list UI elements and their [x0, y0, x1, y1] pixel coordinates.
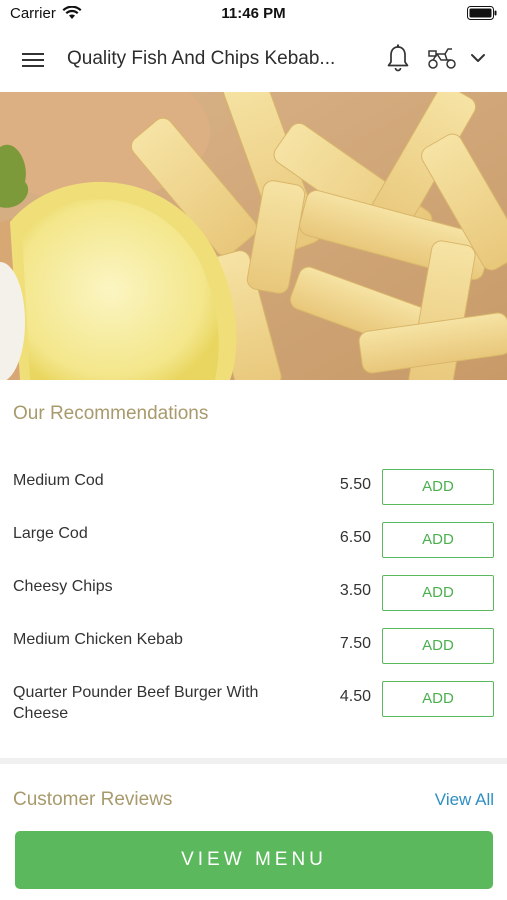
- chevron-down-icon[interactable]: [470, 52, 486, 64]
- recommendations-title: Our Recommendations: [13, 403, 209, 424]
- scooter-icon[interactable]: [427, 46, 457, 70]
- recommendations-list: Medium Cod 5.50 ADD Large Cod 6.50 ADD C…: [0, 462, 507, 727]
- list-item: Cheesy Chips 3.50 ADD: [0, 568, 507, 621]
- view-all-reviews-link[interactable]: View All: [435, 790, 494, 810]
- item-price: 6.50: [339, 529, 371, 546]
- app-header: Quality Fish And Chips Kebab...: [0, 28, 507, 92]
- restaurant-title: Quality Fish And Chips Kebab...: [67, 48, 336, 69]
- item-price: 3.50: [339, 582, 371, 599]
- item-name: Medium Cod: [13, 472, 104, 489]
- item-name: Medium Chicken Kebab: [13, 631, 183, 648]
- list-item: Medium Chicken Kebab 7.50 ADD: [0, 621, 507, 674]
- reviews-title: Customer Reviews: [13, 789, 173, 810]
- list-item: Large Cod 6.50 ADD: [0, 515, 507, 568]
- add-button[interactable]: ADD: [382, 681, 494, 717]
- add-button[interactable]: ADD: [382, 575, 494, 611]
- add-button[interactable]: ADD: [382, 628, 494, 664]
- clock: 11:46 PM: [221, 5, 286, 22]
- hamburger-menu-icon[interactable]: [22, 50, 46, 70]
- item-price: 4.50: [339, 688, 371, 705]
- item-name: Cheesy Chips: [13, 578, 113, 595]
- hero-food-image: [0, 92, 507, 380]
- section-divider: [0, 758, 507, 764]
- view-menu-button[interactable]: VIEW MENU: [15, 831, 493, 889]
- item-price: 7.50: [339, 635, 371, 652]
- bell-icon[interactable]: [386, 44, 410, 72]
- add-button[interactable]: ADD: [382, 469, 494, 505]
- battery-icon: [467, 6, 497, 20]
- list-item: Quarter Pounder Beef Burger With Cheese …: [0, 674, 507, 727]
- fish-and-chips-photo: [0, 92, 507, 380]
- list-item: Medium Cod 5.50 ADD: [0, 462, 507, 515]
- item-name: Large Cod: [13, 525, 88, 542]
- item-price: 5.50: [339, 476, 371, 493]
- add-button[interactable]: ADD: [382, 522, 494, 558]
- status-bar: Carrier 11:46 PM: [0, 0, 507, 28]
- item-name: Quarter Pounder Beef Burger With Cheese: [13, 684, 259, 722]
